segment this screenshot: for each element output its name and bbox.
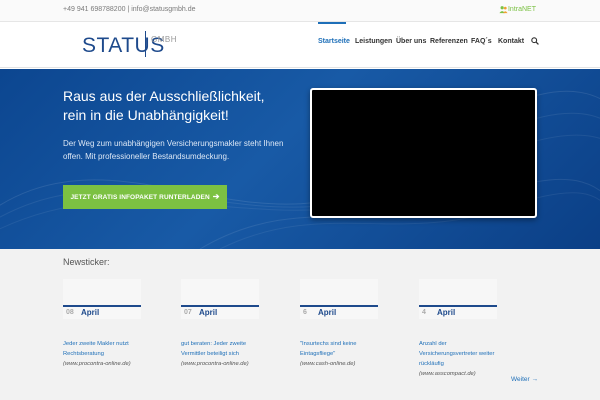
email-link[interactable]: info@statusgmbh.de (131, 6, 195, 13)
news-date-box (63, 279, 141, 319)
news-date-divider (300, 305, 378, 307)
news-headline-text: "Insurtechs sind keine Eintagsfliege" (300, 341, 357, 357)
news-date-box (419, 279, 497, 319)
site-header: STATUS GMBH Startseite Leistungen Über u… (0, 22, 600, 68)
video-player[interactable] (310, 88, 537, 218)
nav-item-startseite[interactable]: Startseite (318, 38, 350, 45)
news-headline-text: gut beraten: Jeder zweite Vermittler bet… (181, 341, 247, 357)
cta-label: JETZT GRATIS INFOPAKET RUNTERLADEN (70, 194, 210, 201)
news-source: (www.procontra-online.de) (63, 361, 131, 367)
arrow-right-icon: ➔ (212, 192, 220, 201)
news-date-box (181, 279, 259, 319)
phone-number[interactable]: +49 941 698788200 (63, 6, 125, 13)
news-headline[interactable]: gut beraten: Jeder zweite Vermittler bet… (181, 339, 263, 369)
hero-text: Der Weg zum unabhängigen Versicherungsma… (63, 139, 284, 161)
news-headline[interactable]: Jeder zweite Makler nutzt Rechtsberatung… (63, 339, 145, 369)
news-date-divider (181, 305, 259, 307)
users-icon (499, 6, 508, 14)
hero-title-line-2: rein in die Unabhängigkeit! (63, 107, 229, 123)
news-day: 07 (184, 309, 192, 316)
news-month: April (81, 308, 100, 317)
news-headline[interactable]: Anzahl der Versicherungsvertreter weiter… (419, 339, 501, 379)
news-date-divider (63, 305, 141, 307)
news-headline-text: Anzahl der Versicherungsvertreter weiter… (419, 341, 495, 367)
news-source: (www.cash-online.de) (300, 361, 356, 367)
nav-item-leistungen[interactable]: Leistungen (355, 38, 392, 45)
news-source: (www.asscompact.de) (419, 371, 476, 377)
logo-separator (145, 31, 146, 57)
news-date-box (300, 279, 378, 319)
logo-suffix: GMBH (151, 35, 177, 44)
newsticker-section: Newsticker: 08 April Jeder zweite Makler… (0, 249, 600, 400)
hero-section: Raus aus der Ausschließlichkeit, rein in… (0, 69, 600, 249)
news-source: (www.procontra-online.de) (181, 361, 249, 367)
contact-separator: | (127, 6, 130, 13)
hero-title-line-1: Raus aus der Ausschließlichkeit, (63, 88, 265, 104)
news-day: 08 (66, 309, 74, 316)
weiter-link[interactable]: Weiter → (511, 376, 538, 383)
download-infopaket-button[interactable]: JETZT GRATIS INFOPAKET RUNTERLADEN ➔ (63, 185, 227, 209)
top-bar: +49 941 698788200 | info@statusgmbh.de I… (0, 0, 600, 22)
news-headline[interactable]: "Insurtechs sind keine Eintagsfliege" (w… (300, 339, 382, 369)
nav-item-kontakt[interactable]: Kontakt (498, 38, 524, 45)
nav-item-referenzen[interactable]: Referenzen (430, 38, 468, 45)
search-icon[interactable] (531, 37, 539, 45)
nav-active-indicator (318, 22, 346, 24)
news-month: April (199, 308, 218, 317)
news-headline-text: Jeder zweite Makler nutzt Rechtsberatung (63, 341, 129, 357)
hero-title: Raus aus der Ausschließlichkeit, rein in… (63, 87, 313, 125)
news-month: April (318, 308, 337, 317)
news-day: 6 (303, 309, 307, 316)
news-day: 4 (422, 309, 426, 316)
intranet-link[interactable]: IntraNET (508, 6, 536, 13)
contact-info: +49 941 698788200 | info@statusgmbh.de (63, 6, 196, 13)
news-date-divider (419, 305, 497, 307)
newsticker-title: Newsticker: (63, 257, 110, 267)
news-month: April (437, 308, 456, 317)
nav-item-ueber-uns[interactable]: Über uns (396, 38, 426, 45)
nav-item-faq[interactable]: FAQ´s (471, 38, 492, 45)
